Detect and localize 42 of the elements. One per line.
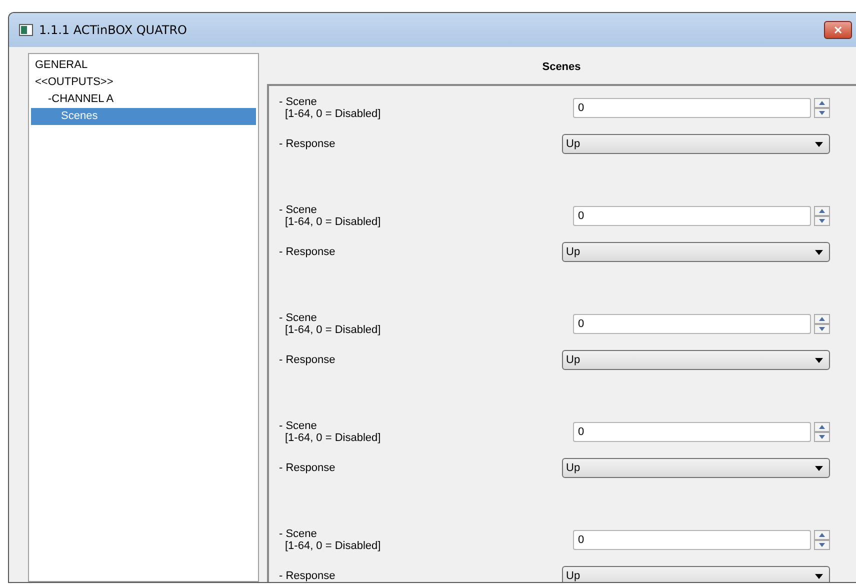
field-label: - Scene: [279, 96, 318, 108]
range-hint: [1-64, 0 = Disabled]: [284, 216, 381, 228]
field-label: - Response: [279, 246, 336, 258]
response-dropdown[interactable]: Up: [562, 242, 830, 262]
field-label: - Scene: [279, 204, 318, 216]
field-label: - Scene: [279, 420, 318, 432]
scene-input-field[interactable]: 0: [573, 206, 811, 226]
response-dropdown[interactable]: Up: [562, 134, 830, 154]
tree-item[interactable]: <<OUTPUTS>>: [31, 74, 256, 91]
caret-icon: [815, 250, 823, 254]
spinner-icon[interactable]: [814, 206, 830, 226]
spinner-icon[interactable]: [814, 422, 830, 442]
app-icon: [19, 24, 33, 36]
response-dropdown[interactable]: Up: [562, 458, 830, 478]
spinner-icon[interactable]: [814, 314, 830, 334]
panel-title: Scenes: [542, 61, 581, 73]
caret-icon: [815, 466, 823, 470]
range-hint: [1-64, 0 = Disabled]: [284, 324, 381, 336]
field-label: - Scene: [279, 528, 318, 540]
field-label: - Scene: [279, 312, 318, 324]
range-hint: [1-64, 0 = Disabled]: [284, 540, 381, 552]
scene-input-field[interactable]: 0: [573, 422, 811, 442]
scene-input-field[interactable]: 0: [573, 98, 811, 118]
caret-icon: [815, 142, 823, 146]
tree-item[interactable]: Scenes: [31, 108, 256, 125]
response-dropdown[interactable]: Up: [562, 350, 830, 370]
caret-icon: [815, 574, 823, 578]
tree-item[interactable]: -CHANNEL A: [31, 91, 256, 108]
caret-icon: [815, 358, 823, 362]
spinner-icon[interactable]: [814, 98, 830, 118]
window-title: 1.1.1 ACTinBOX QUATRO: [39, 23, 188, 37]
field-label: - Response: [279, 462, 336, 474]
scene-input-field[interactable]: 0: [573, 314, 811, 334]
tree-item[interactable]: GENERAL: [31, 57, 256, 74]
response-dropdown[interactable]: Up: [562, 566, 830, 582]
field-label: - Response: [279, 354, 336, 366]
range-hint: [1-64, 0 = Disabled]: [284, 432, 381, 444]
field-label: - Response: [279, 570, 336, 582]
scene-input-field[interactable]: 0: [573, 530, 811, 550]
range-hint: [1-64, 0 = Disabled]: [284, 108, 381, 120]
spinner-icon[interactable]: [814, 530, 830, 550]
field-label: - Response: [279, 138, 336, 150]
